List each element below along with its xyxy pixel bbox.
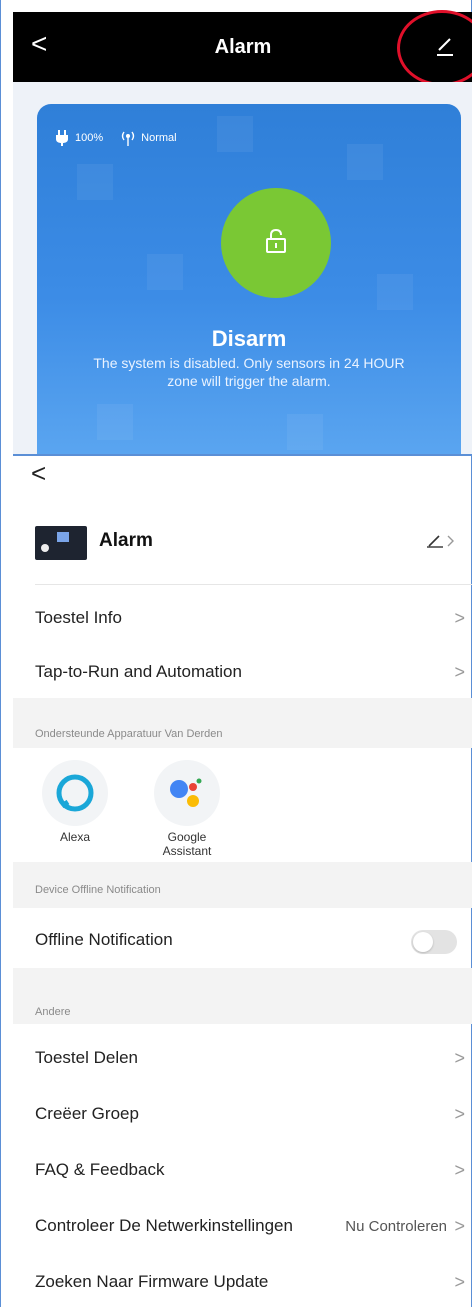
google-assistant-icon xyxy=(170,778,202,807)
disarm-button[interactable] xyxy=(221,188,331,298)
chevron-right-icon: > xyxy=(454,662,465,682)
alarm-state-description: The system is disabled. Only sensors in … xyxy=(93,355,405,389)
screen-frame: < Alarm 100% Normal Disarm The system is… xyxy=(0,0,472,1307)
power-plug-icon xyxy=(56,130,68,146)
third-party-list: Alexa Google Assistant xyxy=(35,760,295,860)
firmware-update-row[interactable]: Zoeken Naar Firmware Update > xyxy=(35,1254,469,1308)
section-header xyxy=(13,968,472,1024)
bg-tile xyxy=(77,164,113,200)
battery-level: 100% xyxy=(75,132,104,144)
row-label: FAQ & Feedback xyxy=(35,1160,165,1179)
bg-tile xyxy=(147,254,183,290)
alexa-item[interactable]: Alexa xyxy=(35,760,115,844)
alexa-label: Alexa xyxy=(59,830,91,844)
google-assistant-item[interactable]: Google Assistant xyxy=(147,760,227,858)
row-label: Toestel Delen xyxy=(35,1048,139,1067)
row-label: Offline Notification xyxy=(35,930,173,949)
offline-notification-row: Offline Notification xyxy=(35,912,469,966)
offline-notification-toggle[interactable] xyxy=(411,930,457,954)
alarm-status-panel: 100% Normal Disarm The system is disable… xyxy=(37,104,461,454)
unlock-icon xyxy=(266,228,286,253)
alexa-icon xyxy=(56,774,94,812)
alarm-state-title: Disarm xyxy=(211,326,287,351)
bg-tile xyxy=(377,274,413,310)
chevron-right-icon: > xyxy=(454,1216,465,1236)
other-header: Andere xyxy=(35,1006,71,1018)
device-thumbnail xyxy=(35,526,87,560)
row-label: Toestel Info xyxy=(35,608,122,627)
bg-tile xyxy=(347,144,383,180)
network-check-row[interactable]: Controleer De Netwerkinstellingen Nu Con… xyxy=(35,1198,469,1252)
rename-icon[interactable] xyxy=(427,534,457,551)
row-label: Zoeken Naar Firmware Update xyxy=(35,1272,269,1291)
creeer-groep-row[interactable]: Creëer Groep > xyxy=(35,1086,469,1140)
row-label: Controleer De Netwerkinstellingen xyxy=(35,1216,293,1235)
offline-header: Device Offline Notification xyxy=(35,884,161,896)
check-now-link[interactable]: Nu Controleren xyxy=(345,1218,447,1235)
settings-back-button[interactable]: < xyxy=(31,458,46,489)
tap-to-run-row[interactable]: Tap-to-Run and Automation > xyxy=(35,644,469,698)
section-header xyxy=(13,698,472,748)
device-name: Alarm xyxy=(99,530,153,551)
chevron-right-icon: > xyxy=(454,1272,465,1292)
row-divider xyxy=(35,584,472,585)
signal-icon xyxy=(121,131,135,146)
device-name-row[interactable]: Alarm xyxy=(35,520,465,570)
section-divider xyxy=(13,454,472,456)
status-bar: 100% Normal xyxy=(55,130,177,146)
signal-status: Normal xyxy=(141,132,177,144)
toestel-info-row[interactable]: Toestel Info > xyxy=(35,590,469,644)
faq-feedback-row[interactable]: FAQ & Feedback > xyxy=(35,1142,469,1196)
chevron-right-icon: > xyxy=(454,1104,465,1124)
row-label: Creëer Groep xyxy=(35,1104,139,1123)
third-party-header: Ondersteunde Apparatuur Van Derden xyxy=(35,728,223,740)
row-label: Tap-to-Run and Automation xyxy=(35,662,242,681)
chevron-right-icon: > xyxy=(454,1048,465,1068)
edit-chevron-icon xyxy=(427,535,454,548)
chevron-right-icon: > xyxy=(454,608,465,628)
toestel-delen-row[interactable]: Toestel Delen > xyxy=(35,1030,469,1084)
bg-tile xyxy=(287,414,323,450)
google-assistant-label: Google Assistant xyxy=(162,830,212,858)
chevron-right-icon: > xyxy=(454,1160,465,1180)
bg-tile xyxy=(217,116,253,152)
bg-tile xyxy=(97,404,133,440)
